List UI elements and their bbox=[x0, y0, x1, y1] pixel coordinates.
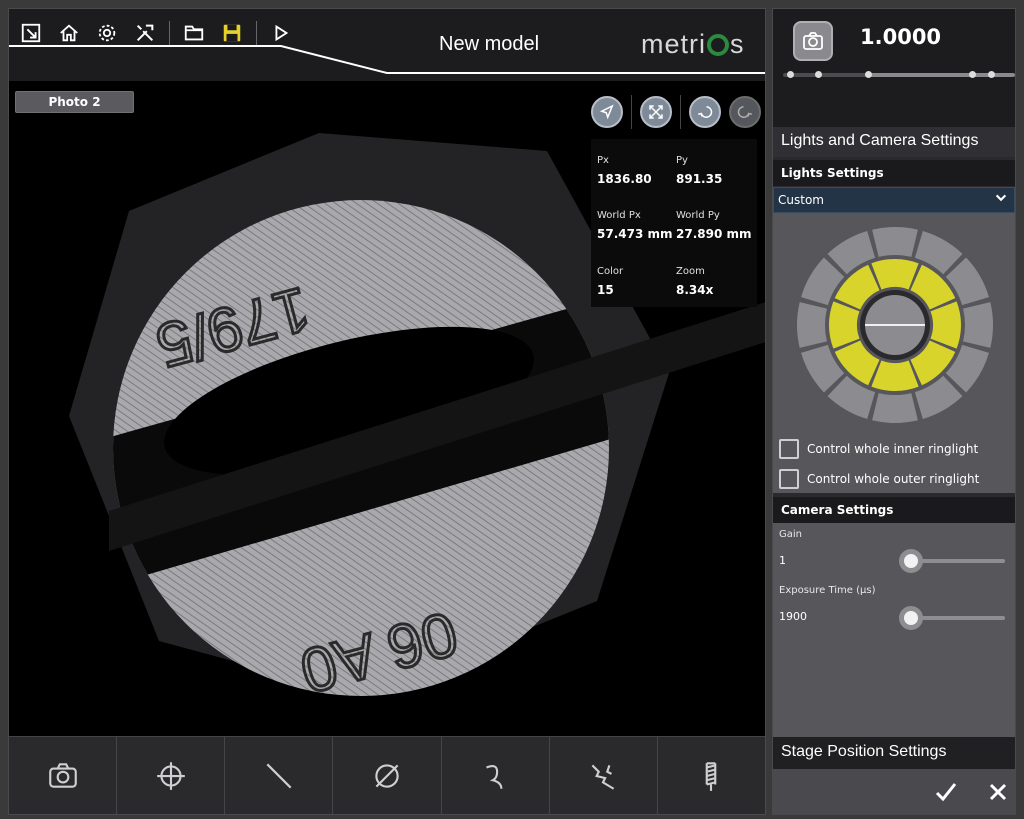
inner-ring-option[interactable]: Control whole inner ringlight bbox=[779, 439, 978, 459]
fit-view-button[interactable] bbox=[640, 96, 672, 128]
page-title: New model bbox=[439, 33, 540, 55]
line-icon bbox=[266, 763, 292, 788]
world-px-label: World Px bbox=[597, 210, 641, 222]
lights-preset-value: Custom bbox=[778, 193, 824, 207]
tool-divider bbox=[631, 95, 632, 129]
crack-icon bbox=[591, 764, 615, 790]
outer-ring-label: Control whole outer ringlight bbox=[807, 472, 980, 486]
curve-icon bbox=[486, 764, 503, 789]
ringlight-control[interactable] bbox=[793, 223, 997, 427]
checkmark-icon bbox=[935, 783, 957, 802]
undo-button[interactable] bbox=[689, 96, 721, 128]
curve-tool-button[interactable] bbox=[442, 737, 550, 814]
fit-icon bbox=[649, 105, 663, 119]
view-tools bbox=[591, 95, 761, 129]
world-py-value: 27.890 mm bbox=[676, 227, 752, 242]
undo-icon bbox=[698, 106, 713, 118]
inner-ring-checkbox[interactable] bbox=[779, 439, 799, 459]
world-px-cell: World Px 57.473 mm bbox=[597, 210, 676, 251]
pixel-info-panel: Px 1836.80 Py 891.35 World Px 57.473 mm Wor… bbox=[591, 139, 757, 307]
capture-button[interactable] bbox=[9, 737, 118, 814]
close-icon bbox=[989, 783, 1007, 801]
zoom-stop bbox=[988, 71, 995, 78]
redo-button[interactable] bbox=[729, 96, 761, 128]
camera-button[interactable] bbox=[793, 21, 833, 61]
circle-tool-button[interactable] bbox=[333, 737, 442, 814]
lights-header: Lights Settings bbox=[773, 160, 1015, 186]
camera-viewport[interactable]: 179/5 06 A0 Photo 2 Px 1836.80 Py 891.35 W… bbox=[9, 81, 765, 736]
photo-tab[interactable]: Photo 2 bbox=[15, 91, 134, 113]
main-panel: New model metri s 179/5 06 A0 Photo 2 Px… bbox=[8, 8, 766, 815]
py-cell: Py 891.35 bbox=[676, 155, 756, 196]
stage-position-header[interactable]: Stage Position Settings bbox=[773, 737, 1015, 769]
redo-icon bbox=[737, 106, 752, 118]
outer-ring-segment[interactable] bbox=[797, 302, 827, 348]
thread-icon bbox=[706, 761, 717, 791]
py-label: Py bbox=[676, 155, 688, 166]
gain-value: 1 bbox=[779, 554, 786, 567]
outer-ring-option[interactable]: Control whole outer ringlight bbox=[779, 469, 979, 489]
action-bar bbox=[773, 769, 1015, 814]
chevron-down-icon bbox=[995, 194, 1007, 202]
thread-tool-button[interactable] bbox=[658, 737, 765, 814]
select-tool-button[interactable] bbox=[591, 96, 623, 128]
px-value: 1836.80 bbox=[597, 172, 652, 186]
camera-icon bbox=[803, 32, 823, 50]
zoom-stop bbox=[815, 71, 822, 78]
inner-ring-label: Control whole inner ringlight bbox=[807, 442, 979, 456]
zoom-cell: Zoom 8.34x bbox=[676, 266, 756, 307]
world-py-label: World Py bbox=[676, 210, 720, 222]
point-tool-button[interactable] bbox=[117, 737, 226, 814]
outer-ring-segment[interactable] bbox=[963, 302, 993, 348]
color-cell: Color 15 bbox=[597, 266, 676, 307]
zoom-slider[interactable] bbox=[783, 71, 1015, 78]
tool-divider bbox=[680, 95, 681, 129]
exposure-value: 1900 bbox=[779, 610, 807, 623]
color-value: 15 bbox=[597, 282, 614, 297]
gain-slider[interactable] bbox=[899, 549, 1005, 573]
zoom-value: 8.34x bbox=[676, 282, 714, 297]
contour-tool-button[interactable] bbox=[550, 737, 658, 814]
zoom-label: Zoom bbox=[676, 265, 705, 277]
px-label: Px bbox=[597, 155, 609, 166]
px-cell: Px 1836.80 bbox=[597, 155, 676, 196]
zoom-slider-handle[interactable] bbox=[865, 71, 872, 78]
diameter-icon bbox=[375, 763, 399, 788]
pointer-icon bbox=[599, 104, 614, 120]
lights-preset-select[interactable]: Custom bbox=[773, 187, 1015, 213]
lights-area: Control whole inner ringlight Control wh… bbox=[773, 213, 1015, 493]
brand-logo: metri s bbox=[641, 29, 745, 59]
exposure-slider[interactable] bbox=[899, 606, 1005, 630]
py-value: 891.35 bbox=[676, 172, 723, 186]
world-py-cell: World Py 27.890 mm bbox=[676, 210, 756, 251]
line-tool-button[interactable] bbox=[225, 737, 334, 814]
zoom-stop bbox=[787, 71, 794, 78]
crosshair-icon bbox=[156, 761, 185, 790]
zoom-stop bbox=[969, 71, 976, 78]
zoom-level-value: 1.0000 bbox=[860, 25, 942, 49]
gain-label: Gain bbox=[779, 529, 802, 540]
top-bar: New model metri s bbox=[9, 9, 765, 81]
exposure-label: Exposure Time (µs) bbox=[779, 585, 876, 596]
settings-panel: 1.0000 Lights and Camera Settings Lights… bbox=[772, 8, 1016, 815]
measurement-toolbar bbox=[9, 736, 765, 814]
gain-slider-handle[interactable] bbox=[899, 549, 923, 573]
cancel-button[interactable] bbox=[985, 779, 1011, 805]
camera-header-title: Camera Settings bbox=[773, 497, 1015, 523]
outer-ring-segment[interactable] bbox=[872, 227, 918, 257]
confirm-button[interactable] bbox=[933, 779, 959, 805]
camera-header: 1.0000 bbox=[773, 9, 1015, 127]
camera-settings: Gain 1 Exposure Time (µs) 1900 bbox=[773, 523, 1015, 737]
section-title: Lights and Camera Settings bbox=[773, 127, 1015, 157]
color-label: Color bbox=[597, 265, 624, 277]
exposure-slider-handle[interactable] bbox=[899, 606, 923, 630]
world-px-value: 57.473 mm bbox=[597, 227, 673, 242]
camera-icon bbox=[48, 762, 77, 788]
outer-ring-segment[interactable] bbox=[872, 393, 918, 423]
outer-ring-checkbox[interactable] bbox=[779, 469, 799, 489]
